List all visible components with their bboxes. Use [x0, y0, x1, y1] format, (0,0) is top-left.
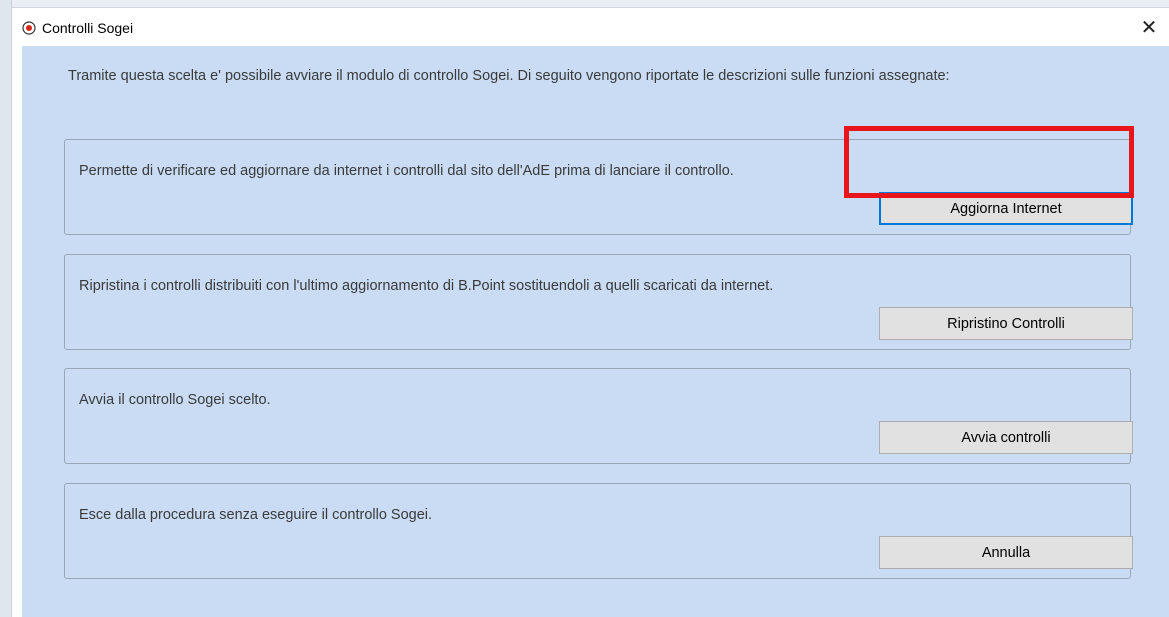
intro-text: Tramite questa scelta e' possibile avvia… — [68, 68, 950, 84]
group-run-controls: Avvia il controllo Sogei scelto. Avvia c… — [64, 368, 1133, 464]
group-description: Ripristina i controlli distribuiti con l… — [79, 278, 774, 294]
close-button[interactable]: ✕ — [1129, 12, 1169, 42]
background-window-edge-left — [0, 0, 12, 617]
background-window-edge-top — [0, 0, 1169, 8]
window-title: Controlli Sogei — [42, 20, 134, 36]
group-description: Esce dalla procedura senza eseguire il c… — [79, 507, 433, 523]
cancel-button[interactable]: Annulla — [879, 536, 1133, 569]
run-controls-button[interactable]: Avvia controlli — [879, 421, 1133, 454]
group-cancel: Esce dalla procedura senza eseguire il c… — [64, 483, 1133, 579]
update-internet-button[interactable]: Aggiorna Internet — [879, 192, 1133, 225]
group-update-internet: Permette di verificare ed aggiornare da … — [64, 139, 1133, 235]
close-icon: ✕ — [1140, 16, 1158, 39]
dialog-window: Controlli Sogei ✕ Tramite questa scelta … — [12, 8, 1169, 617]
app-record-icon — [22, 21, 36, 35]
title-bar[interactable]: Controlli Sogei ✕ — [12, 8, 1169, 46]
restore-controls-button[interactable]: Ripristino Controlli — [879, 307, 1133, 340]
group-description: Avvia il controllo Sogei scelto. — [79, 392, 271, 408]
group-description: Permette di verificare ed aggiornare da … — [79, 163, 734, 179]
dialog-content: Tramite questa scelta e' possibile avvia… — [22, 46, 1169, 617]
group-restore-controls: Ripristina i controlli distribuiti con l… — [64, 254, 1133, 350]
